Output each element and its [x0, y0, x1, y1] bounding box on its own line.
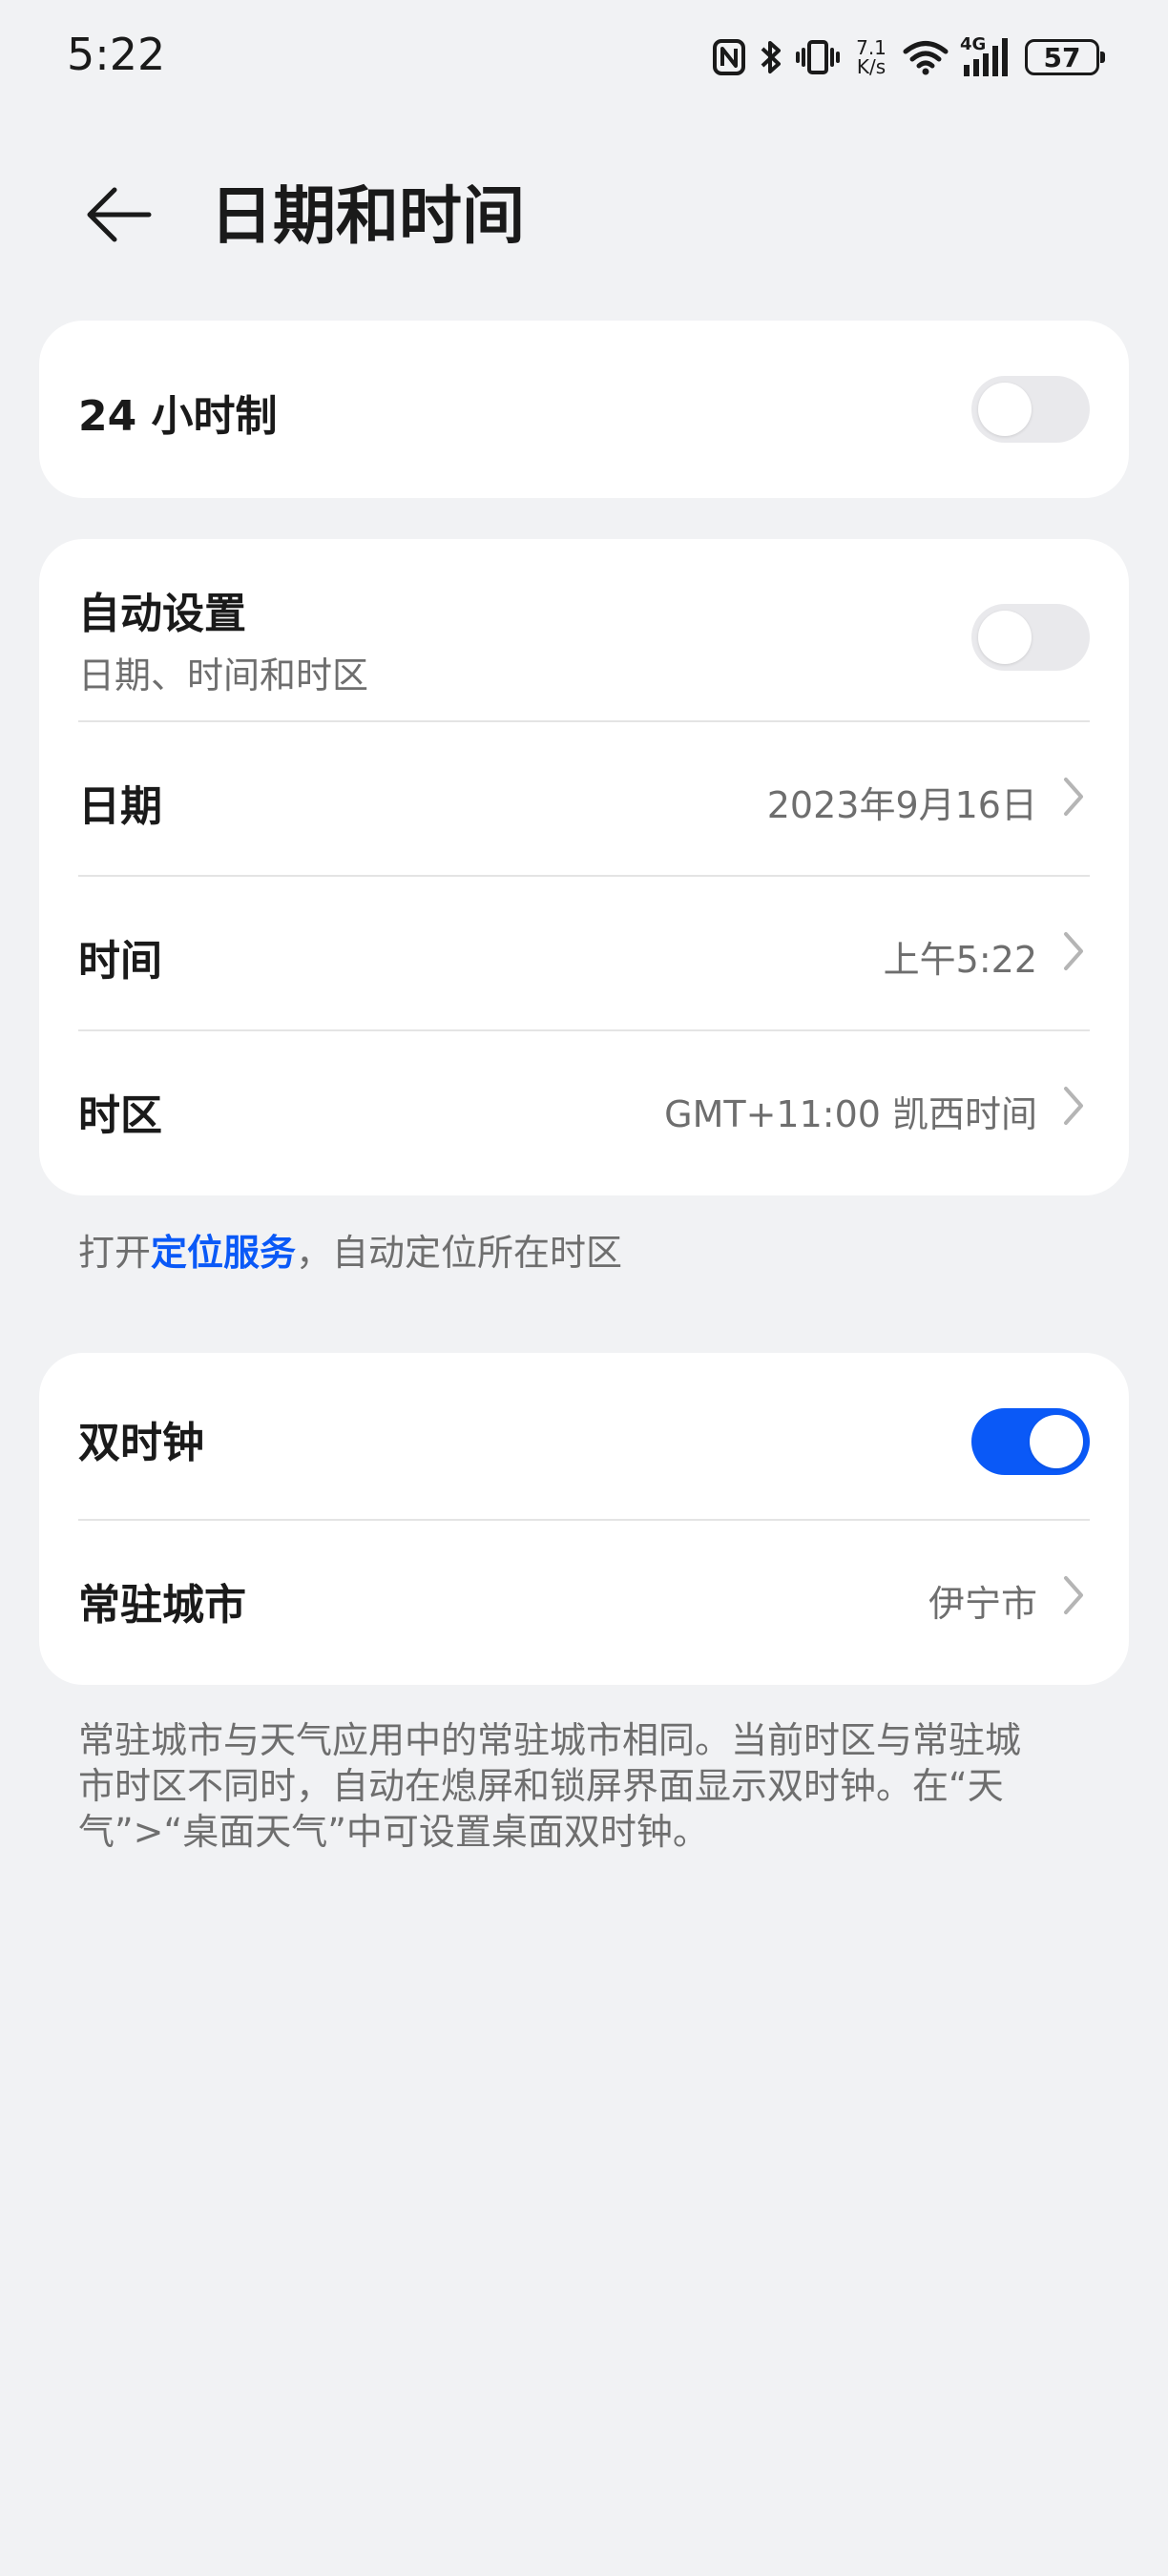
- row-home-city-label: 常驻城市: [78, 1581, 246, 1630]
- chevron-right-icon: [1057, 1081, 1090, 1131]
- hint-suffix: ，自动定位所在时区: [296, 1232, 623, 1274]
- row-date-value: 2023年9月16日: [766, 784, 1037, 826]
- card-datetime: 自动设置 日期、时间和时区 日期 2023年9月16日 时间 上午5:22 时区…: [39, 539, 1129, 1195]
- row-24h-label: 24 小时制: [78, 392, 278, 441]
- chevron-right-icon: [1057, 1570, 1090, 1620]
- net-speed: 7.1 K/s: [851, 38, 891, 76]
- row-timezone-value: GMT+11:00 凯西时间: [664, 1093, 1037, 1135]
- row-dual-clock-label: 双时钟: [78, 1419, 204, 1467]
- status-icons: 7.1 K/s 4G 57: [712, 32, 1105, 82]
- signal-icon: 4G: [960, 34, 1013, 78]
- location-hint: 打开定位服务，自动定位所在时区: [78, 1223, 622, 1276]
- nfc-icon: [712, 38, 746, 76]
- row-home-city[interactable]: 常驻城市 伊宁市: [78, 1521, 1090, 1685]
- back-button[interactable]: [76, 172, 162, 258]
- dual-clock-note: 常驻城市与天气应用中的常驻城市相同。当前时区与常驻城市时区不同时，自动在熄屏和锁…: [78, 1719, 1022, 1853]
- row-time[interactable]: 时间 上午5:22: [78, 877, 1090, 1029]
- hint-prefix: 打开: [78, 1232, 152, 1274]
- toggle-knob: [1030, 1415, 1083, 1468]
- toggle-auto-set[interactable]: [971, 604, 1090, 671]
- row-date[interactable]: 日期 2023年9月16日: [78, 722, 1090, 875]
- net-speed-value: 7.1: [856, 36, 886, 59]
- row-timezone-label: 时区: [78, 1091, 162, 1140]
- row-timezone[interactable]: 时区 GMT+11:00 凯西时间: [78, 1031, 1090, 1195]
- card-24h: 24 小时制: [39, 321, 1129, 498]
- row-24h[interactable]: 24 小时制: [78, 321, 1090, 498]
- bluetooth-icon: [758, 38, 784, 76]
- row-time-label: 时间: [78, 937, 162, 986]
- header: 日期和时间: [0, 153, 1168, 267]
- chevron-right-icon: [1057, 772, 1090, 821]
- toggle-dual-clock[interactable]: [971, 1408, 1090, 1475]
- battery-icon: 57: [1025, 39, 1105, 75]
- row-auto-set[interactable]: 自动设置 日期、时间和时区: [78, 539, 1090, 720]
- row-time-value: 上午5:22: [883, 939, 1037, 981]
- chevron-right-icon: [1057, 926, 1090, 976]
- row-auto-set-label: 自动设置: [78, 590, 246, 638]
- net-speed-unit: K/s: [856, 55, 886, 78]
- vibrate-icon: [796, 38, 840, 76]
- row-auto-set-sub: 日期、时间和时区: [78, 654, 369, 696]
- status-bar: 5:22 7.1 K/s 4G 57: [0, 0, 1168, 114]
- card-dual-clock: 双时钟 常驻城市 伊宁市: [39, 1353, 1129, 1685]
- toggle-knob: [978, 611, 1032, 664]
- row-home-city-value: 伊宁市: [928, 1583, 1037, 1625]
- toggle-24h[interactable]: [971, 376, 1090, 443]
- toggle-knob: [978, 383, 1032, 436]
- wifi-icon: [903, 39, 949, 75]
- arrow-left-icon: [87, 187, 152, 242]
- page-title: 日期和时间: [210, 179, 525, 253]
- location-service-link[interactable]: 定位服务: [151, 1232, 296, 1274]
- row-dual-clock[interactable]: 双时钟: [78, 1353, 1090, 1519]
- status-time: 5:22: [67, 29, 166, 80]
- row-date-label: 日期: [78, 782, 162, 831]
